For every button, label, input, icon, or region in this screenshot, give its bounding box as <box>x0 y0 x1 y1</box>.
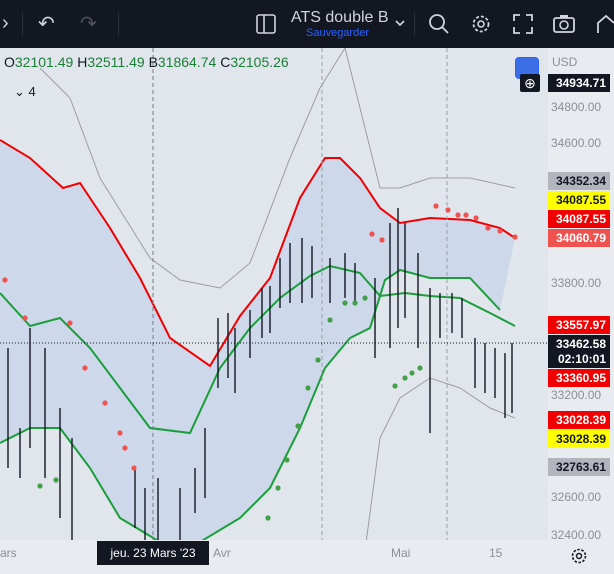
psar-dot-green <box>392 383 398 389</box>
psar-dot-red <box>122 445 128 451</box>
divider <box>414 12 415 36</box>
fullscreen-icon[interactable] <box>512 13 534 35</box>
divider <box>118 12 119 36</box>
indicators-toggle[interactable]: ⌄ 4 <box>14 84 36 100</box>
indicator-count: 4 <box>28 84 36 99</box>
psar-dot-green <box>417 365 423 371</box>
psar-dot-red <box>369 231 375 237</box>
psar-dot-red <box>102 400 108 406</box>
psar-dot-red <box>2 277 8 283</box>
bollinger-band-fill <box>0 140 515 540</box>
chart-title[interactable]: ATS double B <box>291 9 389 27</box>
psar-dot-green <box>53 477 59 483</box>
save-link[interactable]: Sauvegarder <box>306 27 369 39</box>
psar-dot-green <box>284 457 290 463</box>
psar-dot-green <box>409 370 415 376</box>
top-toolbar: › ↶ ↷ ATS double B Sauvegarder <box>0 0 614 48</box>
psar-dot-red <box>485 225 491 231</box>
camera-icon[interactable] <box>552 13 576 35</box>
crosshair-date-label: jeu. 23 Mars '23 <box>97 541 209 565</box>
psar-dot-red <box>497 228 503 234</box>
price-label-lower2-red: 33028.39 <box>548 411 610 429</box>
price-tick: 33800.00 <box>551 276 602 290</box>
psar-dot-red <box>512 234 518 240</box>
high-key: H <box>77 54 88 70</box>
psar-dot-green <box>362 295 368 301</box>
close-value: 32105.26 <box>230 54 289 70</box>
close-key: C <box>220 54 231 70</box>
psar-dot-red <box>82 365 88 371</box>
add-plus-icon[interactable]: ⊕ <box>520 74 540 92</box>
psar-dot-green <box>37 483 43 489</box>
psar-dot-red <box>131 465 137 471</box>
collapse-icon: ⌄ <box>14 84 25 99</box>
price-tick: 32600.00 <box>551 490 602 504</box>
price-label-lower-outer: 32763.61 <box>548 458 610 476</box>
chevron-icon[interactable]: › <box>2 13 9 33</box>
chevron-down-icon[interactable] <box>394 18 406 28</box>
settings-icon[interactable] <box>570 547 588 565</box>
price-label-upper-red: 34087.55 <box>548 210 610 228</box>
price-label-lower-yellow: 33028.39 <box>548 430 610 448</box>
open-value: 32101.49 <box>14 54 74 70</box>
price-label-upper-outer: 34352.34 <box>548 172 610 190</box>
low-value: 31864.74 <box>157 54 217 70</box>
low-key: B <box>148 54 158 70</box>
price-tick: 34800.00 <box>551 100 602 114</box>
settings-icon[interactable] <box>470 13 492 35</box>
divider <box>22 12 23 36</box>
time-tick: ars <box>0 546 17 560</box>
psar-dot-green <box>315 357 321 363</box>
psar-dot-green <box>265 515 271 521</box>
psar-dot-red <box>379 237 385 243</box>
ohlc-legend: O32101.49 H32511.49 B31864.74 C32105.26 <box>4 54 289 70</box>
open-key: O <box>4 54 15 70</box>
psar-dot-green <box>402 375 408 381</box>
price-label-upper-yellow: 34087.55 <box>548 191 610 209</box>
layout-icon[interactable] <box>256 14 276 34</box>
psar-dot-green <box>275 485 281 491</box>
psar-dot-red <box>67 320 73 326</box>
time-tick: Mai <box>391 546 411 560</box>
price-label-psar: 34060.79 <box>548 229 610 247</box>
high-value: 32511.49 <box>87 54 145 70</box>
search-icon[interactable] <box>428 13 450 35</box>
psar-dot-green <box>295 423 301 429</box>
psar-dot-red <box>463 212 469 218</box>
psar-dot-green <box>342 300 348 306</box>
psar-dot-green <box>305 385 311 391</box>
price-label-mid: 33557.97 <box>548 316 610 334</box>
time-tick: 15 <box>489 546 503 560</box>
countdown-label: 02:10:01 <box>548 350 610 368</box>
psar-dot-red <box>455 212 461 218</box>
price-label-high: 34934.71 <box>548 74 610 92</box>
publish-icon[interactable] <box>594 13 614 35</box>
psar-dot-red <box>117 430 123 436</box>
redo-icon[interactable]: ↷ <box>80 14 97 34</box>
time-tick: Avr <box>213 546 231 560</box>
currency-label: USD <box>552 55 578 69</box>
outer-lower-band <box>365 377 516 540</box>
time-axis[interactable] <box>0 540 614 574</box>
price-tick: 34600.00 <box>551 136 602 150</box>
price-label-lower-red: 33360.95 <box>548 369 610 387</box>
price-tick: 33200.00 <box>551 388 602 402</box>
chart-canvas[interactable] <box>0 48 548 540</box>
psar-dot-red <box>473 215 479 221</box>
psar-dot-red <box>22 315 28 321</box>
undo-icon[interactable]: ↶ <box>38 14 55 34</box>
psar-dot-green <box>327 317 333 323</box>
psar-dot-green <box>352 300 358 306</box>
psar-dot-red <box>445 207 451 213</box>
psar-dot-red <box>433 203 439 209</box>
